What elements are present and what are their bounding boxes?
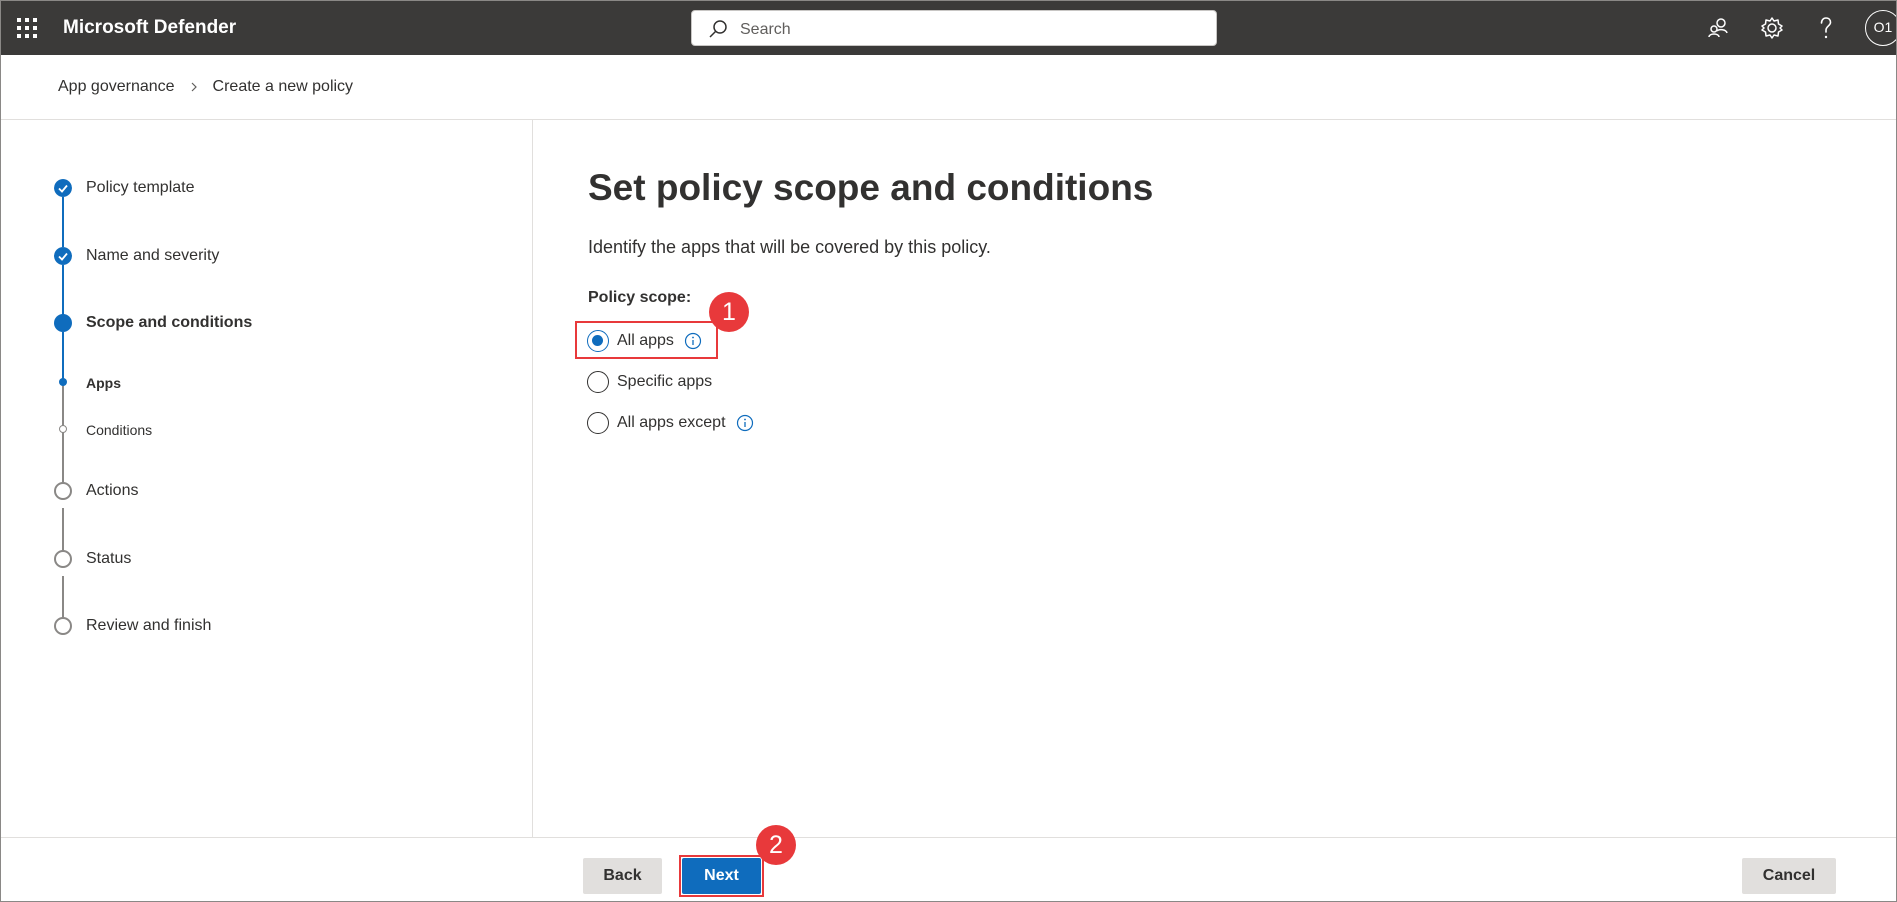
current-substep-indicator [59, 378, 67, 386]
checkmark-icon [54, 179, 72, 197]
help-icon[interactable] [1812, 14, 1840, 42]
step-connector [62, 332, 64, 384]
back-button[interactable]: Back [583, 858, 662, 894]
substep-apps[interactable]: Apps [86, 375, 121, 391]
top-bar: Microsoft Defender Search O1 [1, 1, 1896, 55]
callout-badge-2: 2 [756, 825, 796, 865]
page-description: Identify the apps that will be covered b… [588, 237, 991, 257]
step-name-severity[interactable]: Name and severity [86, 247, 219, 265]
wizard-steps-panel: Policy template Name and severity Scope … [1, 120, 533, 837]
chevron-right-icon [191, 82, 197, 92]
avatar[interactable]: O1 [1865, 10, 1896, 46]
search-placeholder: Search [740, 21, 791, 38]
radio-specific-apps[interactable]: Specific apps [587, 370, 712, 394]
pending-substep-indicator [59, 425, 67, 433]
callout-badge-1: 1 [709, 292, 749, 332]
app-window: Microsoft Defender Search O1 App governa… [0, 0, 1897, 902]
page-title: Set policy scope and conditions [588, 167, 1154, 208]
pending-step-indicator [54, 550, 72, 568]
highlight-box-next [679, 855, 764, 897]
waffle-icon[interactable] [15, 16, 39, 40]
info-icon[interactable] [736, 414, 754, 432]
policy-scope-label: Policy scope: [588, 289, 692, 306]
footer-divider [1, 837, 1896, 838]
app-title[interactable]: Microsoft Defender [63, 17, 236, 39]
radio-label: Specific apps [617, 373, 713, 390]
breadcrumb: App governance Create a new policy [58, 78, 353, 96]
gear-icon[interactable] [1758, 14, 1786, 42]
radio-button[interactable] [587, 412, 609, 434]
pending-step-indicator [54, 482, 72, 500]
breadcrumb-create-policy: Create a new policy [212, 78, 354, 95]
step-scope-conditions[interactable]: Scope and conditions [86, 314, 252, 332]
search-icon [709, 20, 727, 38]
step-review-finish[interactable]: Review and finish [86, 617, 211, 635]
step-connector [62, 197, 64, 247]
search-input[interactable]: Search [691, 10, 1217, 46]
radio-label: All apps except [617, 414, 726, 431]
breadcrumb-app-governance[interactable]: App governance [58, 78, 175, 96]
radio-all-apps-except[interactable]: All apps except [587, 411, 754, 435]
highlight-box-all-apps [575, 321, 718, 359]
step-actions[interactable]: Actions [86, 482, 138, 500]
step-connector [62, 265, 64, 315]
cancel-button[interactable]: Cancel [1742, 858, 1836, 894]
pending-step-indicator [54, 617, 72, 635]
community-icon[interactable] [1704, 14, 1732, 42]
current-step-indicator [54, 314, 72, 332]
step-status[interactable]: Status [86, 550, 131, 568]
step-policy-template[interactable]: Policy template [86, 179, 195, 197]
checkmark-icon [54, 247, 72, 265]
substep-conditions[interactable]: Conditions [86, 422, 152, 438]
radio-button[interactable] [587, 371, 609, 393]
